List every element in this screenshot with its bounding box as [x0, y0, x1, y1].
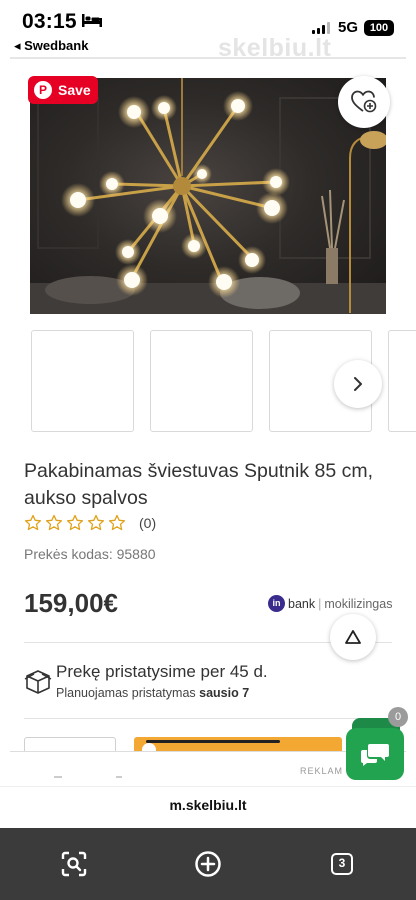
signal-strength-icon: [312, 22, 330, 34]
box-icon: [24, 670, 52, 694]
status-divider: [10, 57, 406, 59]
star-rating-icon: [24, 514, 126, 531]
status-time: 03:15: [22, 10, 77, 33]
delivery-estimate: Prekę pristatysime per 45 d.: [56, 662, 268, 681]
rating-stars[interactable]: (0): [24, 514, 156, 532]
chat-button[interactable]: [346, 728, 404, 780]
heart-plus-icon: [351, 90, 377, 113]
battery-indicator: 100: [364, 20, 394, 36]
thumbnail-2[interactable]: [150, 330, 253, 432]
new-tab-button[interactable]: [194, 850, 222, 878]
favorite-button[interactable]: [338, 76, 390, 128]
banner-icon: [142, 743, 156, 751]
ad-banner-partial[interactable]: [134, 737, 342, 751]
pinterest-save-button[interactable]: P Save: [28, 76, 98, 104]
delivery-date: sausio 7: [199, 686, 250, 700]
sleep-focus-icon: [82, 14, 102, 27]
ad-label: REKLAM: [300, 766, 344, 776]
product-code: Prekės kodas: 95880: [24, 546, 156, 562]
chevron-right-icon: [354, 377, 362, 391]
lens-button[interactable]: [60, 850, 88, 878]
product-page: 03:15 ◂ Swedbank skelbiu.lt 5G 100 P Sav…: [0, 0, 416, 900]
divider: [24, 718, 392, 719]
partial-element: [54, 776, 62, 778]
tabs-count: 3: [331, 853, 353, 875]
chandelier-photo: [30, 78, 386, 314]
browser-toolbar: 3: [0, 828, 416, 900]
scroll-to-top-button[interactable]: [330, 614, 376, 660]
chat-bubbles-icon: [361, 744, 389, 766]
camera-search-icon: [61, 851, 87, 877]
product-main-image[interactable]: [30, 78, 386, 314]
browser-url-bar[interactable]: m.skelbiu.lt: [0, 786, 416, 828]
next-image-button[interactable]: [334, 360, 382, 408]
leasing-provider[interactable]: in bank | mokilizingas: [268, 595, 392, 612]
thumbnail-4[interactable]: [388, 330, 416, 432]
partial-element: [116, 776, 122, 778]
product-price: 159,00€: [24, 588, 118, 618]
back-to-app-link[interactable]: ◂ Swedbank: [14, 38, 88, 54]
chevron-up-icon: [345, 630, 361, 644]
inbank-logo-icon: in: [268, 595, 285, 612]
bank-separator: |: [318, 596, 322, 611]
bank-name: bank: [288, 596, 316, 611]
network-type: 5G: [338, 19, 359, 36]
pinterest-icon: P: [34, 81, 52, 99]
rating-count: (0): [139, 515, 157, 531]
delivery-planned-label: Planuojamas pristatymas: [56, 686, 200, 700]
tabs-button[interactable]: 3: [328, 850, 356, 878]
url-text[interactable]: m.skelbiu.lt: [0, 797, 416, 813]
delivery-planned: Planuojamas pristatymas sausio 7: [56, 686, 249, 700]
thumbnail-1[interactable]: [31, 330, 134, 432]
quantity-box-partial[interactable]: [24, 737, 116, 751]
product-title: Pakabinamas šviestuvas Sputnik 85 cm, au…: [24, 460, 374, 509]
banner-bar: [146, 740, 280, 743]
plus-circle-icon: [195, 851, 221, 877]
status-bar: 03:15 ◂ Swedbank skelbiu.lt 5G 100: [0, 0, 416, 62]
save-label: Save: [58, 82, 91, 98]
bank-tagline: mokilizingas: [324, 596, 393, 611]
chat-count-badge: 0: [388, 707, 408, 727]
